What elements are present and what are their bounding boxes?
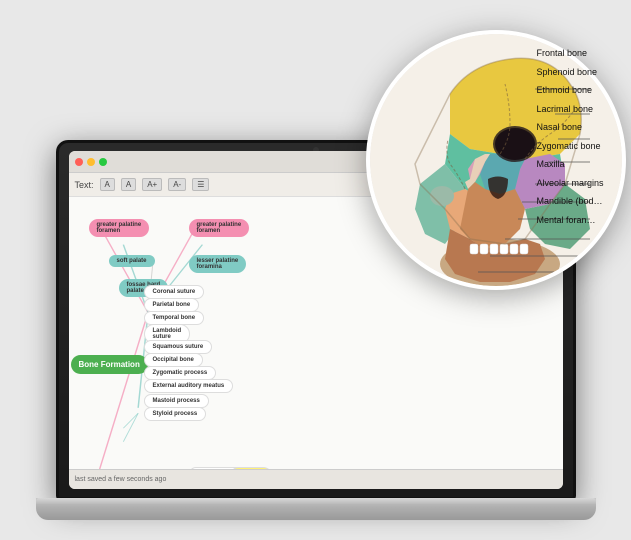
label-nasal-text: Nasal bone [536,122,582,132]
skull-labels-panel: Frontal bone Sphenoid bone Ethmoid bone … [536,48,603,225]
maximize-dot[interactable] [99,158,107,166]
label-zygomatic-text: Zygomatic bone [536,141,600,151]
status-text: last saved a few seconds ago [75,476,167,483]
scene: × Text: A A A+ A- ☰ [26,20,606,520]
label-maxilla-text: Maxilla [536,159,564,169]
skull-label-zygomatic: Zygomatic bone [536,141,603,151]
label-frontal-text: Frontal bone [536,48,587,58]
toolbar-btn-5[interactable]: ☰ [192,178,209,191]
skull-label-ethmoid: Ethmoid bone [536,85,603,95]
node-temporal[interactable]: Temporal bone [144,311,205,325]
label-lacrimal-text: Lacrimal bone [536,104,593,114]
node-gpf1[interactable]: greater palatineforamen [89,219,150,237]
toolbar-btn-4[interactable]: A- [168,178,186,191]
node-coronal[interactable]: Coronal suture [144,285,205,299]
node-ext-auditory[interactable]: External auditory meatus [144,379,234,393]
node-softpalate[interactable]: soft palate [109,255,155,267]
text-label: Text: [75,180,94,190]
node-squamous[interactable]: Squamous suture [144,340,213,354]
skull-label-mental: Mental foran… [536,215,603,225]
laptop-base-top [36,498,596,504]
status-bar: last saved a few seconds ago [69,469,563,489]
node-lpf[interactable]: lesser palatineforamina [189,255,247,273]
label-mental-text: Mental foran… [536,215,595,225]
toolbar-btn-1[interactable]: A [100,178,115,191]
minimize-dot[interactable] [87,158,95,166]
node-occipital[interactable]: Occipital bone [144,353,203,367]
skull-label-frontal: Frontal bone [536,48,603,58]
skull-label-lacrimal: Lacrimal bone [536,104,603,114]
close-dot[interactable] [75,158,83,166]
node-zygomatic-proc[interactable]: Zygomatic process [144,366,217,380]
node-parietal[interactable]: Parietal bone [144,298,200,312]
central-node[interactable]: Bone Formation [71,355,148,374]
skull-label-alveolar: Alveolar margins [536,178,603,188]
node-styloid[interactable]: Styloid process [144,407,207,421]
label-ethmoid-text: Ethmoid bone [536,85,592,95]
skull-label-nasal: Nasal bone [536,122,603,132]
skull-label-mandible: Mandible (bod… [536,196,603,206]
node-mastoid[interactable]: Mastoid process [144,394,209,408]
label-alveolar-text: Alveolar margins [536,178,603,188]
laptop-base [36,498,596,520]
toolbar-btn-3[interactable]: A+ [142,178,162,191]
label-mandible-text: Mandible (bod… [536,196,602,206]
node-gpf2[interactable]: greater palatineforamen [189,219,250,237]
toolbar-btn-2[interactable]: A [121,178,136,191]
skull-label-sphenoid: Sphenoid bone [536,67,603,77]
skull-label-maxilla: Maxilla [536,159,603,169]
label-sphenoid-text: Sphenoid bone [536,67,597,77]
